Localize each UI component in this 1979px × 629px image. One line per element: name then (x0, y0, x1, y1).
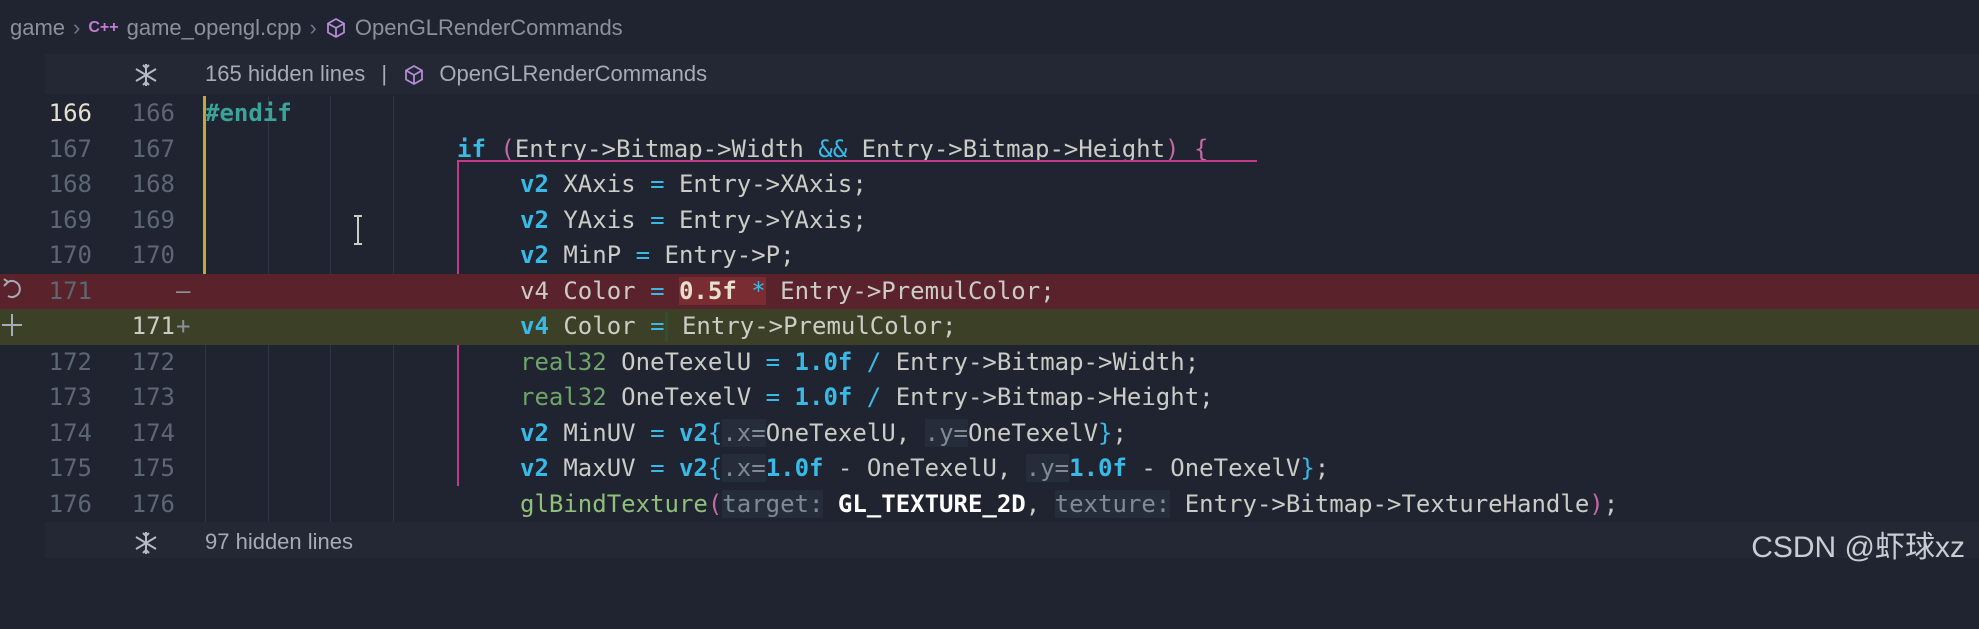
old-line-number: 167 (48, 134, 92, 163)
code-line[interactable]: 166 166 #endif (0, 96, 1979, 132)
modified-indicator (203, 202, 206, 238)
code-line[interactable]: 175 175 v2 MaxUV = v2{.x=1.0f - OneTexel… (0, 451, 1979, 487)
new-line-number: 166 (131, 99, 175, 127)
breadcrumb-item-game[interactable]: game (10, 15, 65, 41)
new-line-number: 168 (131, 170, 175, 198)
old-line-number: 174 (48, 418, 92, 447)
add-change-icon[interactable] (0, 310, 24, 340)
code-text: real32 OneTexelU = 1.0f / Entry->Bitmap-… (520, 347, 1200, 376)
fold-expand-icon[interactable] (133, 62, 159, 88)
fold-region-top[interactable]: 165 hidden lines | OpenGLRenderCommands (45, 54, 1979, 94)
old-line-number: 168 (48, 170, 92, 198)
old-line-number: 170 (48, 241, 92, 269)
code-line[interactable]: 176 176 glBindTexture(target: GL_TEXTURE… (0, 487, 1979, 523)
fold-hidden-count: 165 hidden lines (205, 61, 366, 86)
old-line-number: 171 (48, 276, 92, 305)
text-cursor-icon (352, 214, 364, 246)
revert-change-icon[interactable] (2, 276, 24, 304)
symbol-cube-icon (325, 17, 347, 39)
fold-symbol-name[interactable]: OpenGLRenderCommands (439, 61, 707, 86)
old-line-number: 172 (48, 347, 92, 376)
symbol-cube-icon (403, 64, 425, 86)
fold-separator: | (381, 61, 388, 86)
fold-hidden-count: 97 hidden lines (205, 529, 354, 554)
new-line-number: 172 (131, 347, 175, 376)
code-line[interactable]: 172 172 real32 OneTexelU = 1.0f / Entry-… (0, 345, 1979, 381)
new-line-number: 169 (131, 205, 175, 234)
code-line[interactable]: 168 168 v2 XAxis = Entry->XAxis; (0, 167, 1979, 203)
new-line-number: 176 (131, 489, 175, 518)
code-text: v2 YAxis = Entry->YAxis; (520, 205, 867, 234)
code-text: v2 MinP = Entry->P; (520, 241, 795, 269)
modified-indicator (203, 167, 206, 203)
code-text: v4 Color = 0.5f * Entry->PremulColor; (520, 276, 1055, 305)
old-line-number: 166 (48, 99, 92, 127)
code-text: v2 MinUV = v2{.x=OneTexelU, .y=OneTexelV… (520, 418, 1127, 447)
deleted-marker: — (176, 276, 191, 305)
breadcrumb-item-file[interactable]: game_opengl.cpp (127, 15, 302, 41)
new-line-number: 174 (131, 418, 175, 447)
code-line[interactable]: 170 170 v2 MinP = Entry->P; (0, 238, 1979, 274)
code-text: #endif (205, 99, 292, 127)
watermark: CSDN @虾球xz (1751, 531, 1965, 564)
breadcrumb-item-symbol[interactable]: OpenGLRenderCommands (355, 15, 623, 41)
chevron-right-icon: › (73, 15, 81, 40)
code-text: real32 OneTexelV = 1.0f / Entry->Bitmap-… (520, 383, 1214, 411)
fold-region-bottom[interactable]: 97 hidden lines (45, 522, 1979, 562)
new-line-number: 171 (131, 312, 175, 340)
old-line-number: 169 (48, 205, 92, 234)
code-text: glBindTexture(target: GL_TEXTURE_2D, tex… (520, 489, 1619, 518)
new-line-number: 173 (131, 383, 175, 411)
code-text: v2 XAxis = Entry->XAxis; (520, 170, 867, 198)
old-line-number: 175 (48, 454, 92, 482)
fold-expand-icon[interactable] (133, 530, 159, 556)
old-line-number: 173 (48, 383, 92, 411)
deleted-line[interactable]: 171 — v4 Color = 0.5f * Entry->PremulCol… (0, 273, 1979, 309)
modified-indicator (203, 238, 206, 274)
editor-bottom-strip (0, 558, 1979, 578)
new-line-number: 170 (131, 241, 175, 269)
cpp-file-icon: C++ (88, 19, 119, 36)
breadcrumb: game › C++ game_opengl.cpp › OpenGLRende… (0, 0, 1979, 56)
added-marker: + (176, 312, 191, 340)
new-line-number: 167 (131, 134, 175, 163)
code-line[interactable]: 169 169 v2 YAxis = Entry->YAxis; (0, 202, 1979, 238)
code-text: v4 Color = Entry->PremulColor; (520, 312, 957, 342)
new-line-number: 175 (131, 454, 175, 482)
chevron-right-icon: › (309, 15, 317, 40)
modified-indicator (203, 131, 206, 167)
added-line[interactable]: 171 + v4 Color = Entry->PremulColor; (0, 309, 1979, 345)
old-line-number: 176 (48, 489, 92, 518)
code-line[interactable]: 174 174 v2 MinUV = v2{.x=OneTexelU, .y=O… (0, 416, 1979, 452)
code-line[interactable]: 173 173 real32 OneTexelV = 1.0f / Entry-… (0, 380, 1979, 416)
code-text: v2 MaxUV = v2{.x=1.0f - OneTexelU, .y=1.… (520, 454, 1330, 482)
